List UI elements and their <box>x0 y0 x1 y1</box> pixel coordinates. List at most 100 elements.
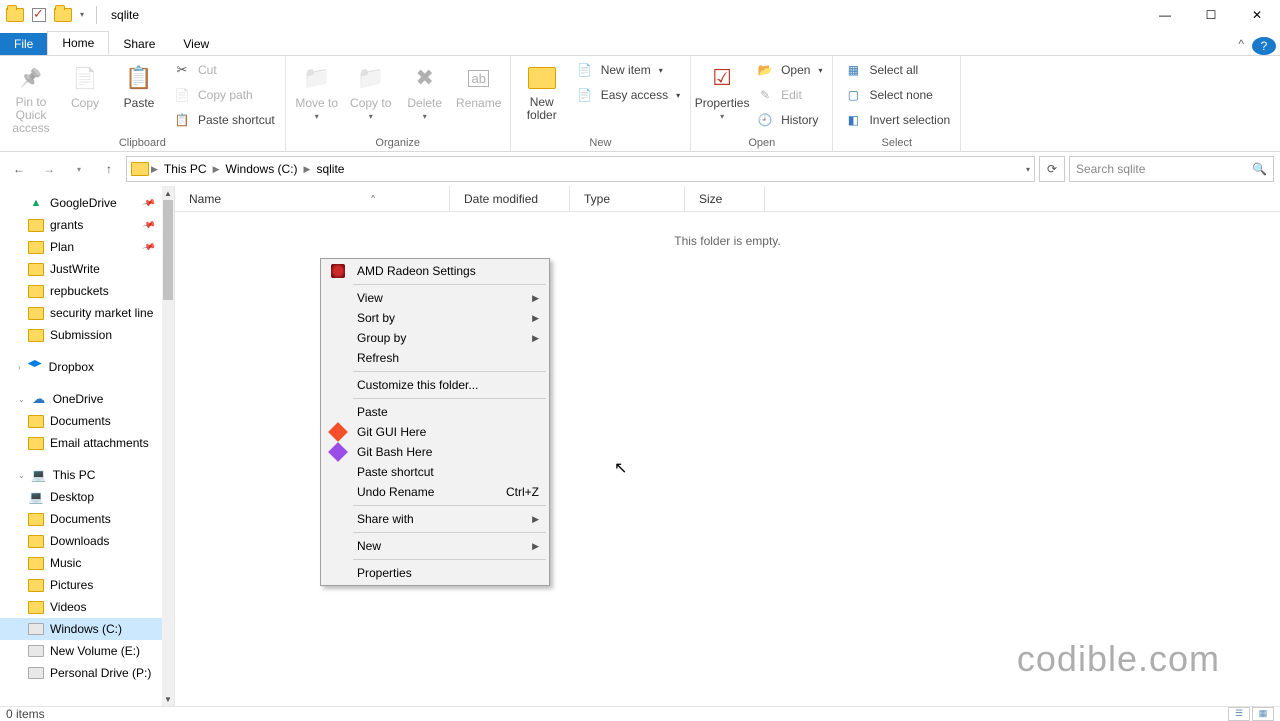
tree-item-downloads[interactable]: Downloads <box>0 530 174 552</box>
close-button[interactable]: ✕ <box>1234 0 1280 30</box>
addr-sep-icon[interactable]: ▶ <box>213 164 220 175</box>
tab-home[interactable]: Home <box>47 31 109 55</box>
tree-item-googledrive[interactable]: GoogleDrive <box>0 192 174 214</box>
refresh-button[interactable]: ⟳ <box>1039 156 1065 182</box>
breadcrumb-pc[interactable]: This PC <box>160 160 211 178</box>
address-bar-row: ← → ▾ ↑ ▶ This PC ▶ Windows (C:) ▶ sqlit… <box>0 152 1280 186</box>
nav-up-button[interactable]: ↑ <box>96 156 122 182</box>
paste-button[interactable]: Paste <box>114 58 164 110</box>
cm-paste-shortcut[interactable]: Paste shortcut <box>323 462 547 482</box>
tree-item-grants[interactable]: grants <box>0 214 174 236</box>
tree-item-dropbox[interactable]: ›Dropbox <box>0 356 174 378</box>
tree-item-onedrive[interactable]: ⌄OneDrive <box>0 388 174 410</box>
scroll-down-icon[interactable]: ▼ <box>162 692 174 706</box>
navigation-tree[interactable]: GoogleDrive grants Plan JustWrite repbuc… <box>0 186 175 706</box>
qat-properties-icon[interactable] <box>32 8 46 22</box>
cm-view[interactable]: View▶ <box>323 288 547 308</box>
edit-button[interactable]: Edit <box>751 83 826 107</box>
view-details-button[interactable]: ☰ <box>1228 707 1250 721</box>
col-name[interactable]: Name^ <box>175 186 450 211</box>
nav-back-button[interactable]: ← <box>6 156 32 182</box>
tree-item-personal[interactable]: Personal Drive (P:) <box>0 662 174 684</box>
breadcrumb-folder[interactable]: sqlite <box>312 160 348 178</box>
newitem-button[interactable]: New item▾ <box>571 58 684 82</box>
delete-button[interactable]: Delete▾ <box>400 58 450 121</box>
tree-item-emailatt[interactable]: Email attachments <box>0 432 174 454</box>
cm-label: Paste <box>357 405 539 419</box>
tab-file[interactable]: File <box>0 33 47 55</box>
cm-sharewith[interactable]: Share with▶ <box>323 509 547 529</box>
cm-refresh[interactable]: Refresh <box>323 348 547 368</box>
breadcrumb-drive[interactable]: Windows (C:) <box>222 160 302 178</box>
col-type[interactable]: Type <box>570 186 685 211</box>
help-icon[interactable]: ? <box>1252 37 1276 55</box>
newfolder-button[interactable]: New folder <box>517 58 567 122</box>
tree-scrollbar[interactable]: ▲ ▼ <box>162 186 174 706</box>
addr-sep-icon[interactable]: ▶ <box>151 164 158 175</box>
tree-item-videos[interactable]: Videos <box>0 596 174 618</box>
cut-icon <box>172 60 192 80</box>
tree-item-plan[interactable]: Plan <box>0 236 174 258</box>
nav-recent-button[interactable]: ▾ <box>66 156 92 182</box>
cm-gitbash[interactable]: Git Bash Here <box>323 442 547 462</box>
tree-item-repbuckets[interactable]: repbuckets <box>0 280 174 302</box>
rename-button[interactable]: Rename <box>454 58 504 110</box>
selectall-label: Select all <box>869 63 918 77</box>
cm-paste[interactable]: Paste <box>323 402 547 422</box>
selectnone-button[interactable]: Select none <box>839 83 954 107</box>
view-icons-button[interactable]: ▦ <box>1252 707 1274 721</box>
cm-undo-rename[interactable]: Undo RenameCtrl+Z <box>323 482 547 502</box>
tree-item-documents2[interactable]: Documents <box>0 508 174 530</box>
tab-view[interactable]: View <box>169 33 223 55</box>
edit-icon <box>755 85 775 105</box>
tree-item-documents[interactable]: Documents <box>0 410 174 432</box>
tree-item-thispc[interactable]: ⌄This PC <box>0 464 174 486</box>
cm-sortby[interactable]: Sort by▶ <box>323 308 547 328</box>
invertselection-button[interactable]: Invert selection <box>839 108 954 132</box>
tree-item-windowsc[interactable]: Windows (C:) <box>0 618 174 640</box>
copyto-button[interactable]: Copy to▾ <box>346 58 396 121</box>
cm-gitgui[interactable]: Git GUI Here <box>323 422 547 442</box>
tree-item-desktop[interactable]: Desktop <box>0 486 174 508</box>
easyaccess-button[interactable]: Easy access▾ <box>571 83 684 107</box>
addr-dropdown-icon[interactable]: ▾ <box>1026 165 1030 174</box>
status-text: 0 items <box>6 707 45 721</box>
selectall-button[interactable]: Select all <box>839 58 954 82</box>
tree-item-music[interactable]: Music <box>0 552 174 574</box>
addr-sep-icon[interactable]: ▶ <box>304 164 311 175</box>
cm-groupby[interactable]: Group by▶ <box>323 328 547 348</box>
tree-item-submission[interactable]: Submission <box>0 324 174 346</box>
tab-share[interactable]: Share <box>109 33 169 55</box>
group-organize-label: Organize <box>292 137 504 151</box>
ribbon-collapse-icon[interactable]: ^ <box>1230 33 1252 55</box>
history-button[interactable]: History <box>751 108 826 132</box>
tree-item-newvol[interactable]: New Volume (E:) <box>0 640 174 662</box>
copy-button[interactable]: Copy <box>60 58 110 110</box>
cm-amd[interactable]: AMD Radeon Settings <box>323 261 547 281</box>
cm-new[interactable]: New▶ <box>323 536 547 556</box>
cm-customize[interactable]: Customize this folder... <box>323 375 547 395</box>
scrollbar-thumb[interactable] <box>163 200 173 300</box>
qat-newfolder-icon[interactable] <box>54 8 72 22</box>
sort-indicator-icon: ^ <box>371 194 375 203</box>
search-input[interactable]: Search sqlite 🔍 <box>1069 156 1274 182</box>
tree-item-secmarket[interactable]: security market line <box>0 302 174 324</box>
paste-shortcut-button[interactable]: Paste shortcut <box>168 108 279 132</box>
tree-item-pictures[interactable]: Pictures <box>0 574 174 596</box>
open-button[interactable]: Open▾ <box>751 58 826 82</box>
cm-properties[interactable]: Properties <box>323 563 547 583</box>
cm-separator <box>353 398 546 399</box>
nav-forward-button[interactable]: → <box>36 156 62 182</box>
copypath-button[interactable]: Copy path <box>168 83 279 107</box>
col-date[interactable]: Date modified <box>450 186 570 211</box>
minimize-button[interactable]: — <box>1142 0 1188 30</box>
moveto-button[interactable]: Move to▾ <box>292 58 342 121</box>
properties-button[interactable]: Properties▾ <box>697 58 747 121</box>
pin-quickaccess-button[interactable]: Pin to Quick access <box>6 58 56 136</box>
scroll-up-icon[interactable]: ▲ <box>162 186 174 200</box>
qat-customize-icon[interactable]: ▾ <box>80 10 84 19</box>
tree-item-justwrite[interactable]: JustWrite <box>0 258 174 280</box>
cut-button[interactable]: Cut <box>168 58 279 82</box>
maximize-button[interactable]: ☐ <box>1188 0 1234 30</box>
col-size[interactable]: Size <box>685 186 765 211</box>
